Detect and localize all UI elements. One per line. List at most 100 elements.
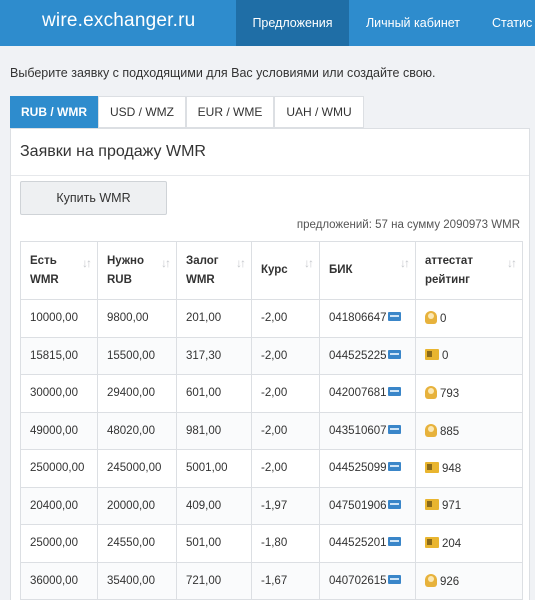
cell-rate: -1,97 bbox=[251, 486, 320, 525]
cell-rate: -1,67 bbox=[251, 561, 320, 600]
rating-value: 885 bbox=[440, 425, 460, 438]
cell-rate: -2,00 bbox=[251, 411, 320, 450]
col-header-cert[interactable]: аттестат рейтинг ↓↑ bbox=[415, 241, 523, 300]
cell-need: 29400,00 bbox=[97, 374, 177, 413]
tab-rub-wmr[interactable]: RUB / WMR bbox=[10, 96, 98, 128]
cell-cert: 0 bbox=[415, 336, 523, 375]
cell-deposit: 5001,00 bbox=[176, 449, 252, 488]
cell-need: 48020,00 bbox=[97, 411, 177, 450]
offers-table: Есть WMR ↓↑ Нужно RUB ↓↑ Залог WMR ↓↑ Курс ↓↑ Б… bbox=[20, 241, 523, 600]
cell-cert: 0 bbox=[415, 299, 523, 338]
cell-cert: 793 bbox=[415, 374, 523, 413]
tab-uah-wmu[interactable]: UAH / WMU bbox=[274, 96, 364, 128]
cell-have: 36000,00 bbox=[20, 561, 98, 600]
col-header-line: RUB bbox=[107, 273, 132, 286]
bik-value: 040702615 bbox=[329, 574, 387, 587]
table-header-row: Есть WMR ↓↑ Нужно RUB ↓↑ Залог WMR ↓↑ Курс ↓↑ Б… bbox=[20, 241, 523, 300]
table-row[interactable]: 15815,00 15500,00 317,30 -2,00 044525225 0 bbox=[20, 336, 523, 375]
cell-bik: 041806647 bbox=[319, 299, 416, 338]
col-header-line: аттестат bbox=[425, 254, 473, 267]
rating-value: 926 bbox=[440, 575, 460, 588]
nav-offers[interactable]: Предложения bbox=[236, 0, 349, 46]
bank-card-icon bbox=[387, 537, 401, 547]
cell-deposit: 409,00 bbox=[176, 486, 252, 525]
bank-card-icon bbox=[387, 387, 401, 397]
table-row[interactable]: 20400,00 20000,00 409,00 -1,97 047501906 971 bbox=[20, 486, 523, 525]
cell-deposit: 501,00 bbox=[176, 524, 252, 563]
table-row[interactable]: 10000,00 9800,00 201,00 -2,00 041806647 0 bbox=[20, 299, 523, 338]
rating-value: 793 bbox=[440, 388, 460, 401]
rating-value: 204 bbox=[442, 537, 462, 550]
sort-icon[interactable]: ↓↑ bbox=[82, 254, 92, 273]
rating-value: 0 bbox=[440, 313, 447, 326]
cell-rate: -2,00 bbox=[251, 374, 320, 413]
cell-need: 20000,00 bbox=[97, 486, 177, 525]
cell-have: 30000,00 bbox=[20, 374, 98, 413]
col-header-line: WMR bbox=[186, 273, 215, 286]
bank-card-icon bbox=[387, 462, 401, 472]
table-row[interactable]: 250000,00 245000,00 5001,00 -2,00 044525099 9… bbox=[20, 449, 523, 488]
col-header-rate[interactable]: Курс ↓↑ bbox=[251, 241, 320, 300]
personal-icon[interactable] bbox=[425, 386, 437, 400]
panel-divider bbox=[11, 175, 529, 176]
rating-value: 971 bbox=[442, 500, 462, 513]
nav-statistics[interactable]: Статис bbox=[477, 0, 535, 46]
col-header-line: Курс bbox=[261, 264, 288, 276]
personal-icon[interactable] bbox=[425, 311, 437, 325]
sort-icon[interactable]: ↓↑ bbox=[507, 254, 517, 273]
site-logo[interactable]: wire.exchanger.ru bbox=[42, 10, 195, 32]
sort-icon[interactable]: ↓↑ bbox=[161, 254, 171, 273]
cell-rate: -2,00 bbox=[251, 449, 320, 488]
bik-value: 042007681 bbox=[329, 387, 387, 400]
col-header-deposit[interactable]: Залог WMR ↓↑ bbox=[176, 241, 252, 300]
buy-wmr-button[interactable]: Купить WMR bbox=[20, 181, 167, 215]
formal-icon[interactable] bbox=[425, 461, 439, 473]
offers-summary: предложений: 57 на сумму 2090973 WMR bbox=[296, 219, 520, 231]
col-header-need[interactable]: Нужно RUB ↓↑ bbox=[97, 241, 177, 300]
personal-icon[interactable] bbox=[425, 423, 437, 437]
table-row[interactable]: 49000,00 48020,00 981,00 -2,00 043510607 885 bbox=[20, 411, 523, 450]
formal-icon[interactable] bbox=[425, 499, 439, 511]
bik-value: 041806647 bbox=[329, 312, 387, 325]
col-header-line: Есть bbox=[30, 254, 57, 267]
sort-icon[interactable]: ↓↑ bbox=[236, 254, 246, 273]
col-header-line: Нужно bbox=[107, 254, 144, 267]
col-header-have[interactable]: Есть WMR ↓↑ bbox=[20, 241, 98, 300]
bik-value: 044525099 bbox=[329, 462, 387, 475]
cell-need: 245000,00 bbox=[97, 449, 177, 488]
top-navbar: wire.exchanger.ru Предложения Личный каб… bbox=[0, 0, 535, 46]
tab-usd-wmz[interactable]: USD / WMZ bbox=[98, 96, 186, 128]
table-row[interactable]: 25000,00 24550,00 501,00 -1,80 044525201 204 bbox=[20, 524, 523, 563]
cell-bik: 040702615 bbox=[319, 561, 416, 600]
sort-icon[interactable]: ↓↑ bbox=[400, 254, 410, 273]
sort-icon[interactable]: ↓↑ bbox=[304, 254, 314, 273]
cell-rate: -2,00 bbox=[251, 299, 320, 338]
cell-rate: -1,80 bbox=[251, 524, 320, 563]
bik-value: 043510607 bbox=[329, 424, 387, 437]
cell-deposit: 317,30 bbox=[176, 336, 252, 375]
col-header-bik[interactable]: БИК ↓↑ bbox=[319, 241, 416, 300]
formal-icon[interactable] bbox=[425, 536, 439, 548]
cell-cert: 885 bbox=[415, 411, 523, 450]
rating-value: 0 bbox=[442, 350, 449, 363]
panel-title: Заявки на продажу WMR bbox=[20, 143, 206, 160]
cell-cert: 926 bbox=[415, 561, 523, 600]
formal-icon[interactable] bbox=[425, 349, 439, 361]
cell-bik: 044525201 bbox=[319, 524, 416, 563]
bik-value: 044525201 bbox=[329, 537, 387, 550]
cell-deposit: 601,00 bbox=[176, 374, 252, 413]
tab-eur-wme[interactable]: EUR / WME bbox=[186, 96, 274, 128]
table-row[interactable]: 36000,00 35400,00 721,00 -1,67 040702615 926 bbox=[20, 561, 523, 600]
col-header-line: БИК bbox=[329, 264, 353, 276]
cell-deposit: 201,00 bbox=[176, 299, 252, 338]
col-header-line: рейтинг bbox=[425, 273, 470, 286]
nav-cabinet[interactable]: Личный кабинет bbox=[349, 0, 477, 46]
table-row[interactable]: 30000,00 29400,00 601,00 -2,00 042007681 793 bbox=[20, 374, 523, 413]
personal-icon[interactable] bbox=[425, 573, 437, 587]
cell-bik: 043510607 bbox=[319, 411, 416, 450]
cell-deposit: 981,00 bbox=[176, 411, 252, 450]
bik-value: 047501906 bbox=[329, 499, 387, 512]
cell-have: 10000,00 bbox=[20, 299, 98, 338]
cell-need: 9800,00 bbox=[97, 299, 177, 338]
col-header-line: WMR bbox=[30, 273, 59, 286]
